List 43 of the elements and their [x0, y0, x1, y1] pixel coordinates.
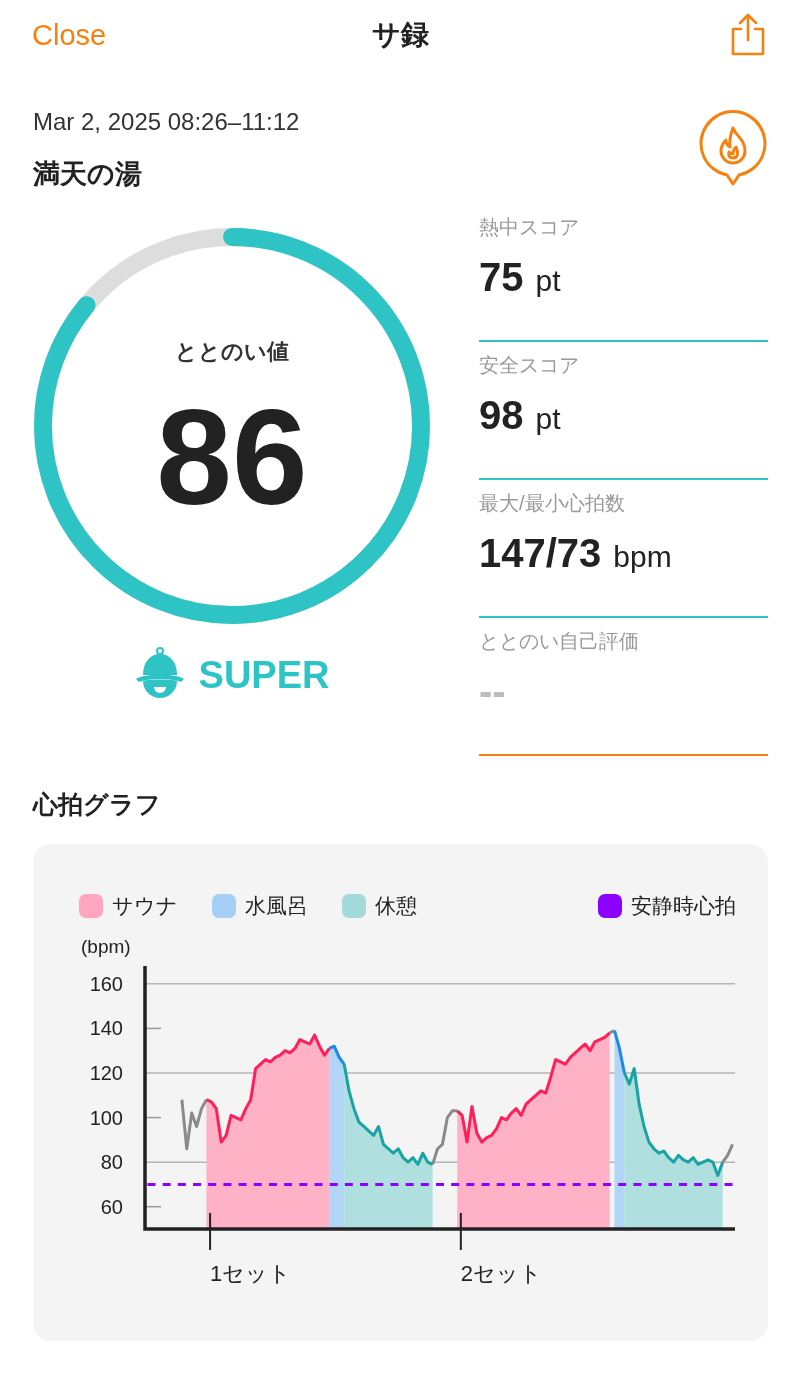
stat-row[interactable]: ととのい自己評価 -- [479, 618, 768, 756]
stat-value: 98 [479, 393, 524, 438]
legend-swatch [79, 894, 103, 918]
legend-label: 水風呂 [245, 893, 308, 919]
x-tick-label: 2セット [460, 1261, 543, 1286]
stat-value: 75 [479, 255, 524, 300]
stat-value: 147/73 [479, 531, 602, 576]
grid-line [144, 1116, 162, 1119]
venue-name: 満天の湯 [33, 158, 143, 191]
stat-value: -- [479, 669, 506, 714]
stat-label: ととのい自己評価 [479, 629, 639, 654]
legend-label: 安静時心拍 [631, 893, 736, 919]
y-tick-label: 80 [100, 1151, 123, 1174]
gauge-label: ととのい値 [175, 338, 289, 366]
gauge-value: 86 [156, 389, 308, 525]
y-axis-unit: (bpm) [81, 936, 131, 957]
y-tick-label: 160 [89, 972, 123, 995]
y-tick-label: 140 [89, 1017, 123, 1040]
stat-label: 最大/最小心拍数 [479, 491, 625, 516]
grid-line [144, 1205, 162, 1208]
legend-label: 休憩 [375, 893, 417, 919]
rank-label: SUPER [198, 653, 330, 697]
legend-swatch [342, 894, 366, 918]
stat-unit: bpm [613, 540, 672, 574]
flame-pin-icon[interactable] [698, 108, 768, 188]
y-tick-label: 120 [89, 1062, 123, 1084]
x-tick [209, 1212, 212, 1251]
section-title: 心拍グラフ [33, 788, 161, 820]
stat-label: 安全スコア [479, 353, 579, 378]
grid-line [144, 1027, 162, 1030]
stat-unit: pt [535, 402, 561, 436]
close-button[interactable]: Close [32, 18, 107, 52]
legend-swatch [598, 894, 622, 918]
session-datetime: Mar 2, 2025 08:26–11:12 [33, 108, 300, 136]
x-tick-label: 1セット [210, 1261, 292, 1286]
y-tick-label: 60 [100, 1195, 123, 1218]
stat-unit: pt [535, 264, 561, 298]
legend-label: サウナ [112, 893, 178, 919]
screen-title: サ録 [371, 19, 429, 50]
y-tick-label: 100 [89, 1106, 123, 1129]
stat-label: 熱中スコア [479, 215, 579, 240]
x-tick [459, 1212, 462, 1251]
legend-swatch [212, 894, 236, 918]
